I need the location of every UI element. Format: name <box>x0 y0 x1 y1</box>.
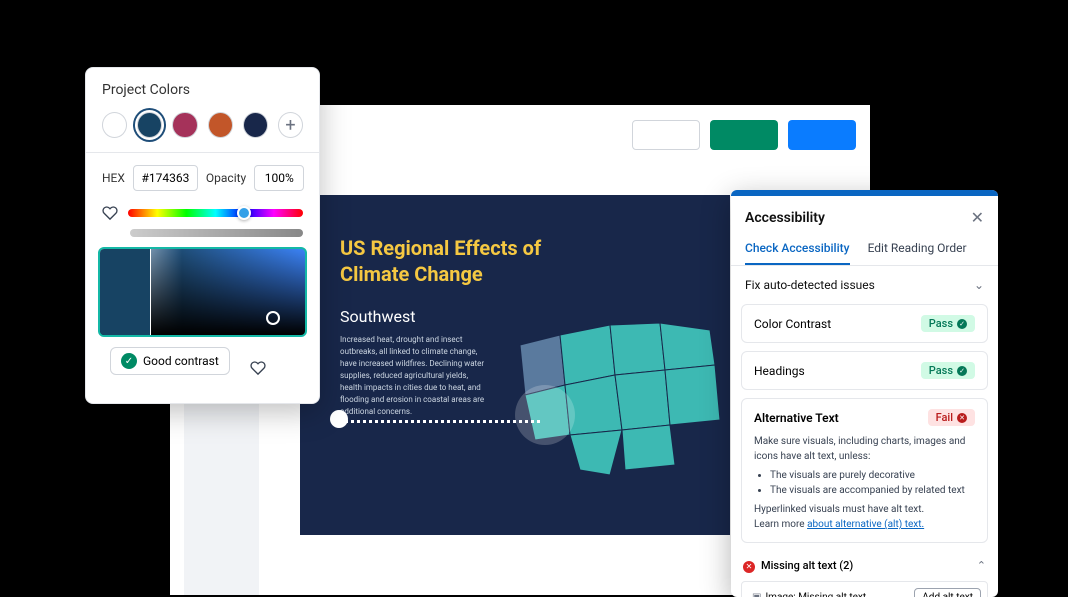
swatch-orange[interactable] <box>208 112 233 138</box>
favorite-icon[interactable] <box>102 205 118 221</box>
hue-handle[interactable] <box>237 206 251 220</box>
toolbar-button-blue[interactable] <box>788 120 856 150</box>
swatch-navy[interactable] <box>243 112 268 138</box>
slide-title: US Regional Effects ofClimate Change <box>340 235 700 287</box>
add-alt-text-button[interactable]: Add alt text <box>914 588 981 597</box>
hex-label: HEX <box>102 171 125 185</box>
swatch-dark-blue[interactable] <box>137 112 162 138</box>
check-color-contrast[interactable]: Color Contrast Pass✓ <box>741 304 988 343</box>
swatch-white[interactable] <box>102 112 127 138</box>
swatch-row: + <box>86 102 319 152</box>
color-picker-panel: Project Colors + HEX Opacity ✓ Good cont… <box>85 67 320 404</box>
hue-slider[interactable] <box>128 209 303 217</box>
learn-more-link[interactable]: about alternative (alt) text. <box>807 519 924 530</box>
check-icon: ✓ <box>121 353 137 369</box>
pass-badge: Pass✓ <box>921 362 975 379</box>
contrast-status: ✓ Good contrast <box>110 347 230 375</box>
close-icon[interactable]: ✕ <box>971 208 984 227</box>
fix-issues-label: Fix auto-detected issues <box>745 278 875 292</box>
opacity-input[interactable] <box>254 165 304 191</box>
a11y-tabs: Check Accessibility Edit Reading Order <box>731 235 998 266</box>
chevron-down-icon: ⌄ <box>974 278 984 292</box>
error-icon: ✕ <box>743 561 755 573</box>
check-label: Alternative Text <box>754 411 839 425</box>
opacity-slider[interactable] <box>130 229 303 237</box>
check-label: Color Contrast <box>754 317 831 331</box>
image-icon: ▣ <box>752 592 761 597</box>
slide-canvas[interactable]: US Regional Effects ofClimate Change Sou… <box>300 195 730 535</box>
color-panel-title: Project Colors <box>86 68 319 102</box>
connector-line <box>340 420 540 423</box>
sat-val-preview <box>100 249 151 335</box>
opacity-label: Opacity <box>206 171 246 185</box>
missing-alt-item: ▣Image: Missing alt text Add alt text <box>741 581 988 597</box>
check-headings[interactable]: Headings Pass✓ <box>741 351 988 390</box>
tab-edit-reading-order[interactable]: Edit Reading Order <box>868 235 967 265</box>
chevron-up-icon: ⌃ <box>977 559 986 572</box>
contrast-label: Good contrast <box>143 354 219 368</box>
tab-check-accessibility[interactable]: Check Accessibility <box>745 235 850 265</box>
sat-val-handle[interactable] <box>266 311 280 325</box>
map-highlight-circle <box>515 385 575 445</box>
fail-badge: Fail✕ <box>928 409 975 426</box>
check-label: Headings <box>754 364 805 378</box>
alt-text-description: Make sure visuals, including charts, ima… <box>754 434 975 532</box>
favorite-icon-2[interactable] <box>250 360 266 376</box>
check-alt-text: Alternative Text Fail✕ Make sure visuals… <box>741 398 988 543</box>
hue-row <box>86 205 319 229</box>
toolbar-button-outline[interactable] <box>632 120 700 150</box>
accessibility-panel: Accessibility ✕ Check Accessibility Edit… <box>731 190 998 597</box>
hex-row: HEX Opacity <box>86 165 319 205</box>
a11y-title: Accessibility <box>745 210 825 226</box>
hex-input[interactable] <box>133 165 198 191</box>
toolbar-buttons <box>632 120 856 150</box>
toolbar-button-teal[interactable] <box>710 120 778 150</box>
swatch-add[interactable]: + <box>278 112 303 138</box>
pass-badge: Pass✓ <box>921 315 975 332</box>
fix-issues-toggle[interactable]: Fix auto-detected issues ⌄ <box>731 266 998 304</box>
saturation-value-picker[interactable] <box>98 247 307 337</box>
missing-alt-header[interactable]: ✕Missing alt text (2) ⌃ <box>731 551 998 577</box>
connector-handle[interactable] <box>330 410 348 428</box>
swatch-magenta[interactable] <box>172 112 197 138</box>
slide-body-text: Increased heat, drought and insect outbr… <box>340 334 490 418</box>
